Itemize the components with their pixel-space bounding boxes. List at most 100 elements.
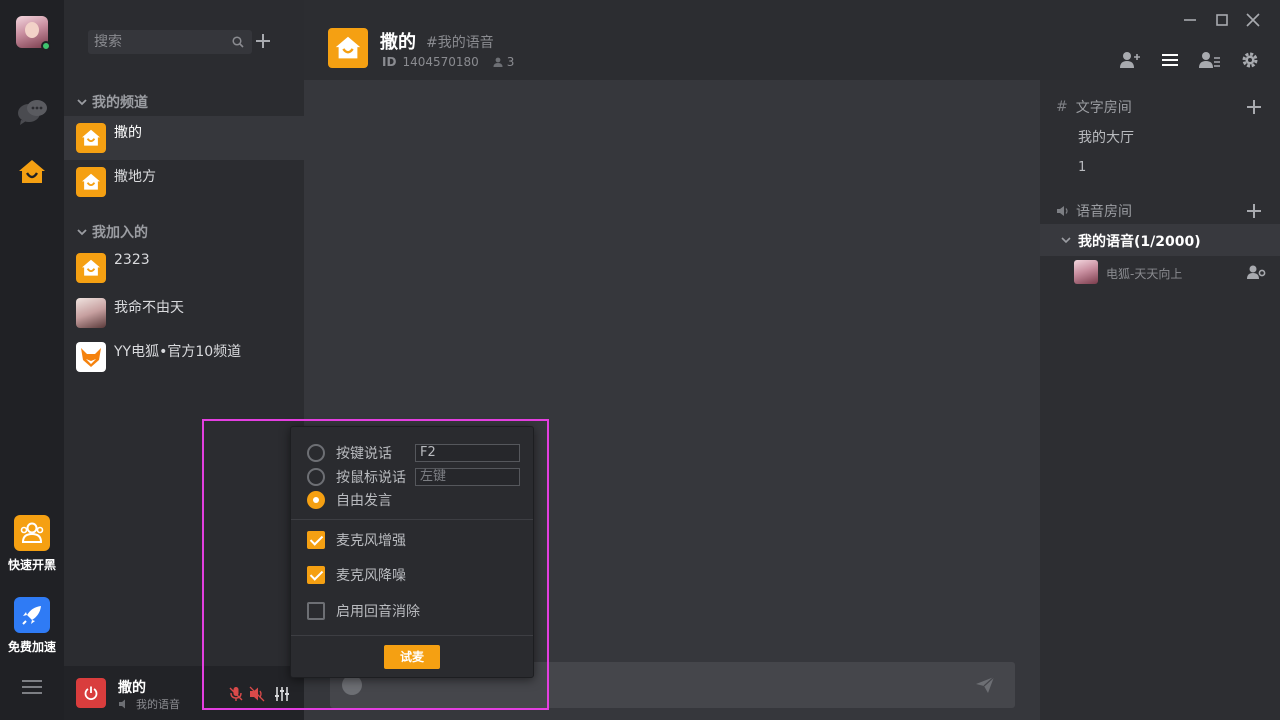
- maximize-icon[interactable]: [1212, 10, 1232, 30]
- mic-muted-icon[interactable]: [228, 686, 244, 702]
- id-label: ID: [382, 55, 397, 69]
- online-status-dot: [41, 41, 51, 51]
- send-icon[interactable]: [975, 676, 995, 694]
- test-mic-button[interactable]: 试麦: [384, 645, 440, 669]
- search-box[interactable]: [88, 30, 252, 54]
- mic-denoise-option[interactable]: 麦克风降噪: [307, 564, 406, 586]
- text-room-item[interactable]: 1: [1078, 160, 1086, 175]
- add-friend-icon[interactable]: [1119, 50, 1141, 70]
- close-icon[interactable]: [1243, 10, 1263, 30]
- minimize-icon[interactable]: [1180, 10, 1200, 30]
- checkbox[interactable]: [307, 602, 325, 620]
- echo-cancel-label: 启用回音消除: [336, 604, 420, 620]
- add-voice-room-button[interactable]: [1246, 203, 1262, 219]
- echo-cancel-option[interactable]: 启用回音消除: [307, 600, 420, 622]
- speaker-icon: [119, 699, 125, 709]
- free-boost-button[interactable]: 免费加速: [0, 597, 64, 655]
- free-talk-label: 自由发言: [336, 493, 392, 509]
- list-menu-icon[interactable]: [1159, 50, 1181, 70]
- chevron-down-icon: [1061, 237, 1071, 244]
- channel-name: 2323: [114, 252, 150, 268]
- channel-name: 撒地方: [114, 169, 156, 185]
- push-to-talk-mouse-option[interactable]: 按鼠标说话: [307, 466, 406, 488]
- mouse-button-field[interactable]: 左键: [415, 468, 520, 486]
- search-input[interactable]: [88, 30, 228, 54]
- person-icon: [493, 57, 503, 67]
- free-talk-option[interactable]: 自由发言: [307, 489, 392, 511]
- fox-logo-icon: [76, 342, 106, 372]
- channel-id-row: ID 1404570180 3: [382, 55, 514, 69]
- text-rooms-header: # 文字房间: [1056, 97, 1132, 117]
- mic-denoise-label: 麦克风降噪: [336, 568, 406, 584]
- left-rail: 快速开黑 免费加速: [0, 0, 64, 720]
- channel-id: 1404570180: [402, 55, 479, 69]
- channel-home-icon[interactable]: [16, 156, 48, 188]
- quick-team-button[interactable]: 快速开黑: [0, 515, 64, 573]
- radio-button-selected[interactable]: [307, 491, 325, 509]
- mic-boost-label: 麦克风增强: [336, 533, 406, 549]
- channel-tag: #我的语音: [426, 35, 494, 51]
- voice-settings-sliders-icon[interactable]: [274, 686, 290, 702]
- channel-home-icon: [76, 167, 106, 197]
- hamburger-menu-icon[interactable]: [22, 680, 42, 694]
- voice-rooms-header: 语音房间: [1056, 201, 1132, 221]
- member-count: 3: [493, 55, 515, 69]
- my-channels-header[interactable]: 我的频道: [76, 92, 148, 112]
- joined-channels-title: 我加入的: [92, 225, 148, 241]
- room-panel: # 文字房间 我的大厅 1 语音房间 我的语音(1/2000) 电狐-天天向上: [1040, 80, 1280, 720]
- quick-team-label: 快速开黑: [7, 558, 56, 572]
- channel-item[interactable]: 撒的: [64, 116, 304, 160]
- channel-item[interactable]: 撒地方: [64, 160, 304, 204]
- member-settings-icon[interactable]: [1246, 264, 1266, 280]
- checkbox-checked[interactable]: [307, 566, 325, 584]
- radio-button[interactable]: [307, 444, 325, 462]
- push-to-talk-key-label: 按键说话: [336, 446, 392, 462]
- speaker-muted-icon[interactable]: [249, 686, 265, 702]
- channel-item[interactable]: 我命不由天: [64, 291, 304, 335]
- current-room: 我的语音: [118, 696, 180, 712]
- gear-icon[interactable]: [1239, 50, 1261, 70]
- mic-boost-option[interactable]: 麦克风增强: [307, 529, 406, 551]
- rocket-icon: [14, 597, 50, 633]
- channel-item[interactable]: 2323: [64, 246, 304, 290]
- joined-channels-header[interactable]: 我加入的: [76, 222, 148, 242]
- channel-home-icon: [328, 28, 368, 68]
- text-rooms-title: 文字房间: [1075, 100, 1132, 116]
- speaker-icon: [1057, 206, 1068, 216]
- voice-channel-name: 我的语音(1/2000): [1078, 234, 1201, 250]
- add-text-room-button[interactable]: [1246, 99, 1262, 115]
- voice-member-row[interactable]: 电狐-天天向上: [1074, 260, 1274, 286]
- search-icon[interactable]: [232, 36, 244, 48]
- channel-avatar: [76, 298, 106, 328]
- free-boost-label: 免费加速: [7, 640, 56, 654]
- divider: [291, 519, 533, 520]
- member-name: 电狐-天天向上: [1106, 267, 1183, 281]
- user-voice-bar: 撒的 我的语音: [64, 666, 304, 720]
- divider: [291, 635, 533, 636]
- channel-name: 撒的: [114, 125, 142, 141]
- push-to-talk-key-option[interactable]: 按键说话: [307, 442, 392, 464]
- channel-home-icon: [76, 123, 106, 153]
- voice-channel-item[interactable]: 我的语音(1/2000): [1040, 224, 1280, 256]
- member-count-value: 3: [506, 55, 515, 69]
- my-channels-title: 我的频道: [92, 95, 148, 111]
- voice-rooms-title: 语音房间: [1076, 204, 1132, 220]
- power-button[interactable]: [76, 678, 106, 708]
- emoji-icon[interactable]: [342, 675, 362, 695]
- power-icon: [84, 686, 98, 700]
- checkbox-checked[interactable]: [307, 531, 325, 549]
- member-list-icon[interactable]: [1199, 50, 1221, 70]
- radio-button[interactable]: [307, 468, 325, 486]
- hash-icon: #: [1056, 99, 1068, 115]
- chevron-down-icon: [77, 99, 87, 106]
- avatar: [1074, 260, 1098, 284]
- chat-bubbles-icon[interactable]: [16, 96, 48, 128]
- channel-list-panel: 我的频道 撒的 撒地方 我加入的 2323 我命不由天 YY电: [64, 0, 304, 720]
- add-channel-button[interactable]: [255, 33, 271, 49]
- channel-item[interactable]: YY电狐•官方10频道: [64, 335, 304, 379]
- current-channel-name: 撒的: [118, 680, 146, 696]
- hotkey-field[interactable]: F2: [415, 444, 520, 462]
- text-room-item[interactable]: 我的大厅: [1078, 127, 1134, 147]
- channel-name: YY电狐•官方10频道: [114, 344, 242, 360]
- channel-home-icon: [76, 253, 106, 283]
